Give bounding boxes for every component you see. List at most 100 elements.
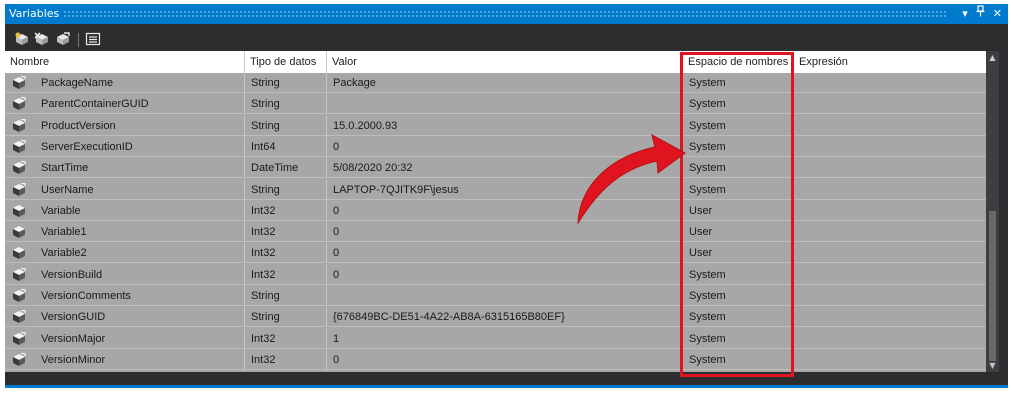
table-row[interactable]: VersionComments String System xyxy=(5,286,986,306)
cell-name[interactable]: ProductVersion xyxy=(5,115,245,136)
cell-name[interactable]: UserName xyxy=(5,179,245,200)
cell-name[interactable]: PackageName xyxy=(5,73,245,93)
cell-expression[interactable] xyxy=(794,329,986,349)
cell-expression[interactable] xyxy=(794,94,986,114)
table-row[interactable]: Variable2 Int32 0 User xyxy=(5,243,986,264)
cell-namespace[interactable]: System xyxy=(683,136,794,157)
table-row[interactable]: Variable Int32 0 User xyxy=(5,200,986,221)
cell-expression[interactable] xyxy=(794,222,986,242)
cell-expression[interactable] xyxy=(794,286,986,306)
cell-name[interactable]: VersionMinor xyxy=(5,349,245,370)
cell-type[interactable]: String xyxy=(245,307,327,328)
cell-value[interactable]: 0 xyxy=(327,264,683,285)
cell-value[interactable]: 15.0.2000.93 xyxy=(327,115,683,136)
scroll-up-icon[interactable]: ▲ xyxy=(986,51,999,64)
cell-value[interactable] xyxy=(327,94,683,115)
cell-name[interactable]: VersionBuild xyxy=(5,264,245,285)
cell-value[interactable]: 0 xyxy=(327,243,683,264)
scroll-down-icon[interactable]: ▼ xyxy=(986,359,999,372)
cell-type[interactable]: String xyxy=(245,179,327,200)
cell-expression[interactable] xyxy=(794,350,986,370)
cell-name[interactable]: Variable2 xyxy=(5,243,245,264)
cell-expression[interactable] xyxy=(794,137,986,157)
table-row[interactable]: PackageName String Package System xyxy=(5,73,986,93)
column-header-espacio-de-nombres[interactable]: Espacio de nombres xyxy=(683,51,794,73)
table-row[interactable]: ParentContainerGUID String System xyxy=(5,94,986,115)
table-row[interactable]: StartTime DateTime 5/08/2020 20:32 System xyxy=(5,158,986,179)
column-header-valor[interactable]: Valor xyxy=(327,51,683,73)
cell-expression[interactable] xyxy=(794,158,986,178)
dropdown-icon[interactable]: ▾ xyxy=(962,4,968,24)
cell-name[interactable]: VersionGUID xyxy=(5,307,245,328)
close-icon[interactable]: ✕ xyxy=(993,4,1002,24)
pin-icon[interactable] xyxy=(976,4,985,24)
cell-value[interactable]: 0 xyxy=(327,222,683,243)
cell-type[interactable]: Int32 xyxy=(245,243,327,264)
table-row[interactable]: VersionGUID String {676849BC-DE51-4A22-AB8… xyxy=(5,307,986,328)
cell-expression[interactable] xyxy=(794,116,986,136)
cell-type[interactable]: Int32 xyxy=(245,264,327,285)
table-row[interactable]: VersionMajor Int32 1 System xyxy=(5,328,986,349)
delete-variable-icon[interactable] xyxy=(34,32,50,46)
cell-type[interactable]: String xyxy=(245,286,327,306)
cell-namespace[interactable]: System xyxy=(683,264,794,285)
cell-type[interactable]: Int32 xyxy=(245,349,327,370)
cell-namespace[interactable]: User xyxy=(683,222,794,243)
cell-name[interactable]: ServerExecutionID xyxy=(5,136,245,157)
cell-namespace[interactable]: System xyxy=(683,158,794,179)
cell-namespace[interactable]: User xyxy=(683,243,794,264)
cell-value[interactable]: 0 xyxy=(327,349,683,370)
cell-expression[interactable] xyxy=(794,73,986,93)
column-header-nombre[interactable]: Nombre xyxy=(5,51,245,73)
cell-namespace[interactable]: User xyxy=(683,200,794,221)
cell-namespace[interactable]: System xyxy=(683,307,794,328)
cell-value[interactable]: LAPTOP-7QJITK9F\jesus xyxy=(327,179,683,200)
cell-name[interactable]: Variable xyxy=(5,200,245,221)
cell-namespace[interactable]: System xyxy=(683,349,794,370)
cell-value[interactable]: 0 xyxy=(327,136,683,157)
cell-namespace[interactable]: System xyxy=(683,94,794,115)
cell-expression[interactable] xyxy=(794,243,986,263)
grid-options-icon[interactable] xyxy=(85,32,101,46)
add-variable-icon[interactable] xyxy=(14,32,30,46)
cell-namespace[interactable]: System xyxy=(683,179,794,200)
cell-name[interactable]: VersionMajor xyxy=(5,328,245,349)
cell-type[interactable]: String xyxy=(245,115,327,136)
table-row[interactable]: ProductVersion String 15.0.2000.93 System xyxy=(5,115,986,136)
table-row[interactable]: ServerExecutionID Int64 0 System xyxy=(5,136,986,157)
cell-value[interactable]: 1 xyxy=(327,328,683,349)
cell-type[interactable]: DateTime xyxy=(245,158,327,179)
cell-value[interactable] xyxy=(327,286,683,306)
cell-name[interactable]: StartTime xyxy=(5,158,245,179)
cell-type[interactable]: Int32 xyxy=(245,328,327,349)
table-row[interactable]: VersionMinor Int32 0 System xyxy=(5,349,986,370)
cell-namespace[interactable]: System xyxy=(683,286,794,306)
cell-value[interactable]: Package xyxy=(327,73,683,93)
cell-value[interactable]: 5/08/2020 20:32 xyxy=(327,158,683,179)
cell-type[interactable]: Int64 xyxy=(245,136,327,157)
move-variable-icon[interactable] xyxy=(55,32,71,46)
cell-type[interactable]: Int32 xyxy=(245,200,327,221)
cell-expression[interactable] xyxy=(794,201,986,221)
column-header-expresion[interactable]: Expresión xyxy=(794,51,986,73)
cell-type[interactable]: String xyxy=(245,73,327,93)
table-row[interactable]: Variable1 Int32 0 User xyxy=(5,222,986,243)
cell-name[interactable]: ParentContainerGUID xyxy=(5,94,245,115)
column-header-tipo-de-datos[interactable]: Tipo de datos xyxy=(245,51,327,73)
cell-type[interactable]: Int32 xyxy=(245,222,327,243)
cell-namespace[interactable]: System xyxy=(683,328,794,349)
table-row[interactable]: VersionBuild Int32 0 System xyxy=(5,264,986,285)
table-row[interactable]: UserName String LAPTOP-7QJITK9F\jesus Syste… xyxy=(5,179,986,200)
cell-value[interactable]: {676849BC-DE51-4A22-AB8A-6315165B80EF} xyxy=(327,307,683,328)
cell-expression[interactable] xyxy=(794,307,986,327)
cell-name[interactable]: Variable1 xyxy=(5,222,245,243)
cell-name[interactable]: VersionComments xyxy=(5,286,245,306)
scroll-thumb[interactable] xyxy=(989,211,996,361)
cell-type[interactable]: String xyxy=(245,94,327,115)
cell-expression[interactable] xyxy=(794,180,986,200)
cell-namespace[interactable]: System xyxy=(683,73,794,93)
cell-expression[interactable] xyxy=(794,265,986,285)
cell-namespace[interactable]: System xyxy=(683,115,794,136)
vertical-scrollbar[interactable]: ▲ ▼ xyxy=(986,51,999,372)
cell-value[interactable]: 0 xyxy=(327,200,683,221)
